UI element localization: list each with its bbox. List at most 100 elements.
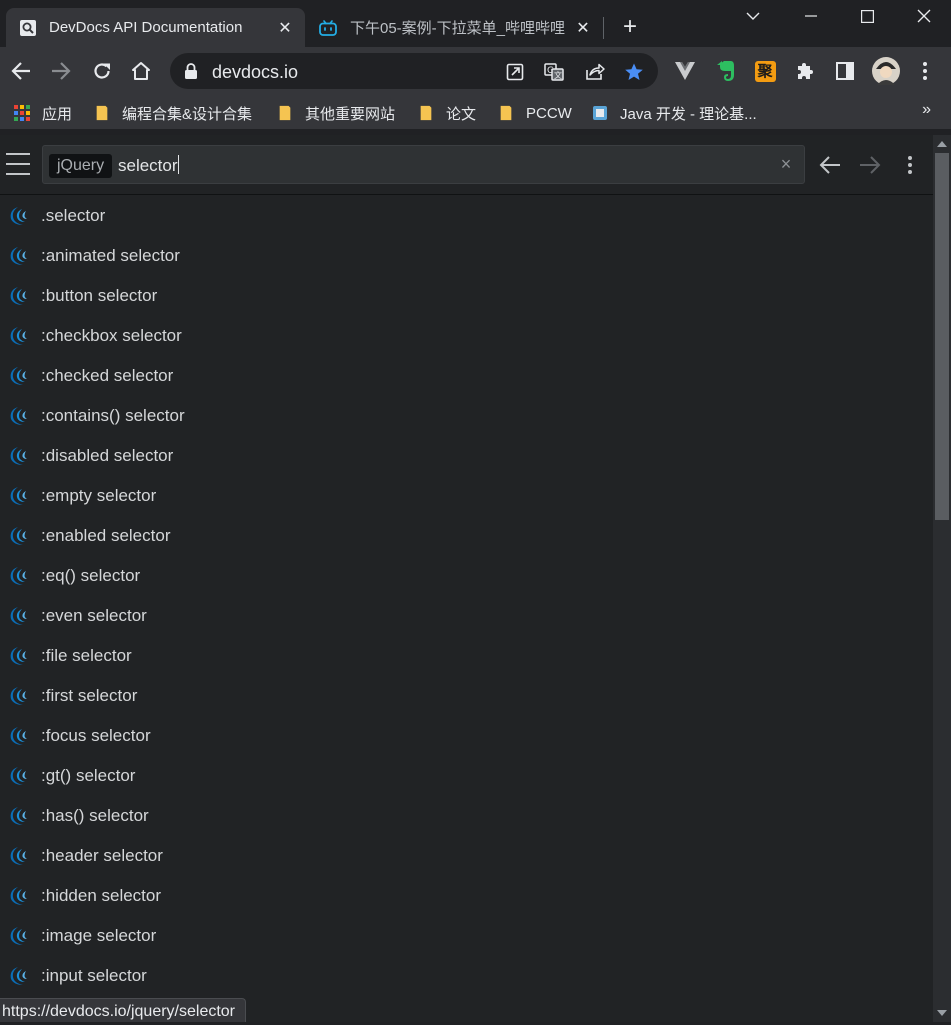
devdocs-menu-button[interactable] bbox=[897, 152, 923, 178]
jquery-logo-icon bbox=[8, 886, 30, 906]
translate-button[interactable]: G文 bbox=[543, 61, 565, 83]
result-label: :input selector bbox=[41, 966, 147, 985]
close-window-button[interactable] bbox=[906, 4, 942, 28]
scrollbar-thumb[interactable] bbox=[935, 153, 949, 520]
search-input[interactable]: jQuery selector × bbox=[42, 145, 805, 184]
side-panel-button[interactable] bbox=[832, 58, 858, 84]
home-button[interactable] bbox=[127, 57, 155, 85]
bookmark-folder-papers[interactable]: 论文 bbox=[418, 102, 476, 124]
bookmark-label: 应用 bbox=[42, 105, 73, 123]
result-item[interactable]: :contains() selector bbox=[0, 396, 933, 436]
sidebar-menu-button[interactable] bbox=[6, 153, 30, 175]
folder-icon bbox=[96, 105, 108, 121]
jquery-logo-icon bbox=[8, 966, 30, 986]
result-label: :hidden selector bbox=[41, 886, 162, 905]
open-in-app-button[interactable] bbox=[504, 61, 526, 83]
extension-juhe[interactable]: 聚 bbox=[752, 58, 778, 84]
tab-devdocs[interactable]: DevDocs API Documentation ✕ bbox=[6, 8, 305, 47]
result-item[interactable]: :empty selector bbox=[0, 476, 933, 516]
kebab-menu-icon bbox=[923, 62, 927, 80]
extensions-button[interactable] bbox=[792, 58, 818, 84]
scroll-down-arrow-icon[interactable] bbox=[937, 1010, 947, 1016]
bookmarks-overflow-button[interactable]: » bbox=[922, 101, 931, 119]
back-button[interactable] bbox=[7, 57, 35, 85]
result-item[interactable]: :checked selector bbox=[0, 356, 933, 396]
result-item[interactable]: :disabled selector bbox=[0, 436, 933, 476]
share-button[interactable] bbox=[584, 61, 606, 83]
extension-vue-devtools[interactable] bbox=[672, 58, 698, 84]
page-scrollbar[interactable] bbox=[933, 135, 951, 1022]
bookmark-label: 编程合集&设计合集 bbox=[122, 105, 253, 123]
evernote-elephant-icon bbox=[717, 61, 734, 81]
scroll-up-arrow-icon[interactable] bbox=[937, 141, 947, 147]
bookmark-java-dev[interactable]: Java 开发 - 理论基... bbox=[592, 102, 757, 124]
result-item[interactable]: :first selector bbox=[0, 676, 933, 716]
svg-text:文: 文 bbox=[554, 70, 562, 80]
bookmark-folder-important-sites[interactable]: 其他重要网站 bbox=[277, 102, 395, 124]
folder-icon bbox=[420, 105, 432, 121]
result-item[interactable]: .selector bbox=[0, 196, 933, 236]
maximize-button[interactable] bbox=[849, 4, 885, 28]
star-filled-icon bbox=[625, 63, 643, 80]
bookmark-label: Java 开发 - 理论基... bbox=[620, 105, 757, 123]
bookmark-folder-pccw[interactable]: PCCW bbox=[498, 102, 572, 124]
result-item[interactable]: :eq() selector bbox=[0, 556, 933, 596]
vue-logo-icon bbox=[675, 62, 695, 80]
jquery-logo-icon bbox=[8, 846, 30, 866]
arrow-right-icon bbox=[860, 156, 881, 174]
search-results-list: .selector :animated selector :button selec… bbox=[0, 196, 933, 1022]
result-item[interactable]: :button selector bbox=[0, 276, 933, 316]
result-item[interactable]: :header selector bbox=[0, 836, 933, 876]
close-tab-icon[interactable]: ✕ bbox=[573, 18, 593, 38]
result-item[interactable]: :animated selector bbox=[0, 236, 933, 276]
jquery-logo-icon bbox=[8, 286, 30, 306]
result-item[interactable]: :even selector bbox=[0, 596, 933, 636]
jquery-logo-icon bbox=[8, 366, 30, 386]
result-item[interactable]: :checkbox selector bbox=[0, 316, 933, 356]
minimize-button[interactable] bbox=[793, 4, 829, 28]
chrome-menu-button[interactable] bbox=[912, 58, 938, 84]
result-item[interactable]: :focus selector bbox=[0, 716, 933, 756]
search-query[interactable]: selector bbox=[118, 155, 179, 176]
result-item[interactable]: :gt() selector bbox=[0, 756, 933, 796]
bookmark-folder-programming[interactable]: 编程合集&设计合集 bbox=[94, 102, 252, 124]
puzzle-icon bbox=[798, 63, 813, 79]
address-bar[interactable]: devdocs.io G文 bbox=[170, 53, 658, 89]
tab-separator bbox=[603, 17, 604, 39]
forward-button[interactable] bbox=[47, 57, 75, 85]
history-forward-button[interactable] bbox=[857, 152, 883, 178]
lock-icon[interactable] bbox=[184, 63, 198, 79]
result-label: :has() selector bbox=[41, 806, 149, 825]
result-label: :animated selector bbox=[41, 246, 180, 265]
hamburger-line bbox=[6, 163, 30, 165]
profile-avatar[interactable] bbox=[871, 56, 901, 86]
result-item[interactable]: :input selector bbox=[0, 956, 933, 996]
tab-search-button[interactable] bbox=[735, 4, 771, 28]
reload-icon bbox=[94, 63, 110, 79]
devdocs-page: jQuery selector × .selector :animated sel… bbox=[0, 135, 951, 1022]
new-tab-button[interactable]: + bbox=[618, 15, 642, 40]
result-item[interactable]: :hidden selector bbox=[0, 876, 933, 916]
open-external-icon bbox=[506, 63, 524, 81]
search-scope-tag[interactable]: jQuery bbox=[49, 154, 113, 178]
bookmark-apps[interactable]: 应用 bbox=[14, 102, 72, 124]
devdocs-search-icon bbox=[20, 19, 36, 36]
result-item[interactable]: :enabled selector bbox=[0, 516, 933, 556]
extension-evernote[interactable] bbox=[713, 58, 739, 84]
reload-button[interactable] bbox=[88, 57, 116, 85]
close-tab-icon[interactable]: ✕ bbox=[275, 18, 295, 38]
arrow-left-icon bbox=[11, 62, 30, 80]
clear-search-icon[interactable]: × bbox=[777, 155, 795, 173]
result-item[interactable]: :file selector bbox=[0, 636, 933, 676]
tab-bilibili[interactable]: 下午05-案例-下拉菜单_哔哩哔哩 ✕ bbox=[305, 8, 603, 47]
jquery-logo-icon bbox=[8, 806, 30, 826]
bilibili-icon bbox=[319, 19, 337, 36]
jquery-logo-icon bbox=[8, 566, 30, 586]
jquery-logo-icon bbox=[8, 646, 30, 666]
jquery-logo-icon bbox=[8, 446, 30, 466]
result-item[interactable]: :has() selector bbox=[0, 796, 933, 836]
result-item[interactable]: :image selector bbox=[0, 916, 933, 956]
bookmark-label: 论文 bbox=[446, 105, 477, 123]
bookmark-star-button[interactable] bbox=[623, 61, 645, 83]
history-back-button[interactable] bbox=[817, 152, 843, 178]
